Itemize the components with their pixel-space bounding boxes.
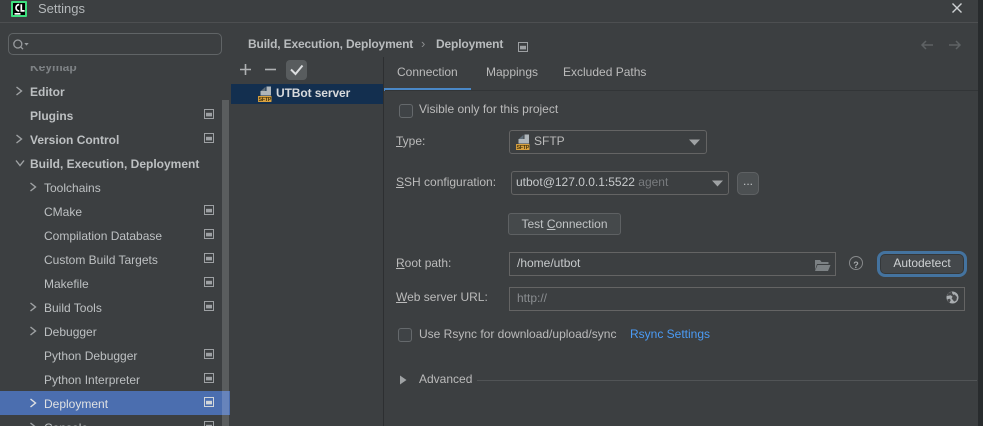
svg-text:SFTP: SFTP (258, 97, 271, 102)
svg-text:SFTP: SFTP (516, 145, 529, 150)
